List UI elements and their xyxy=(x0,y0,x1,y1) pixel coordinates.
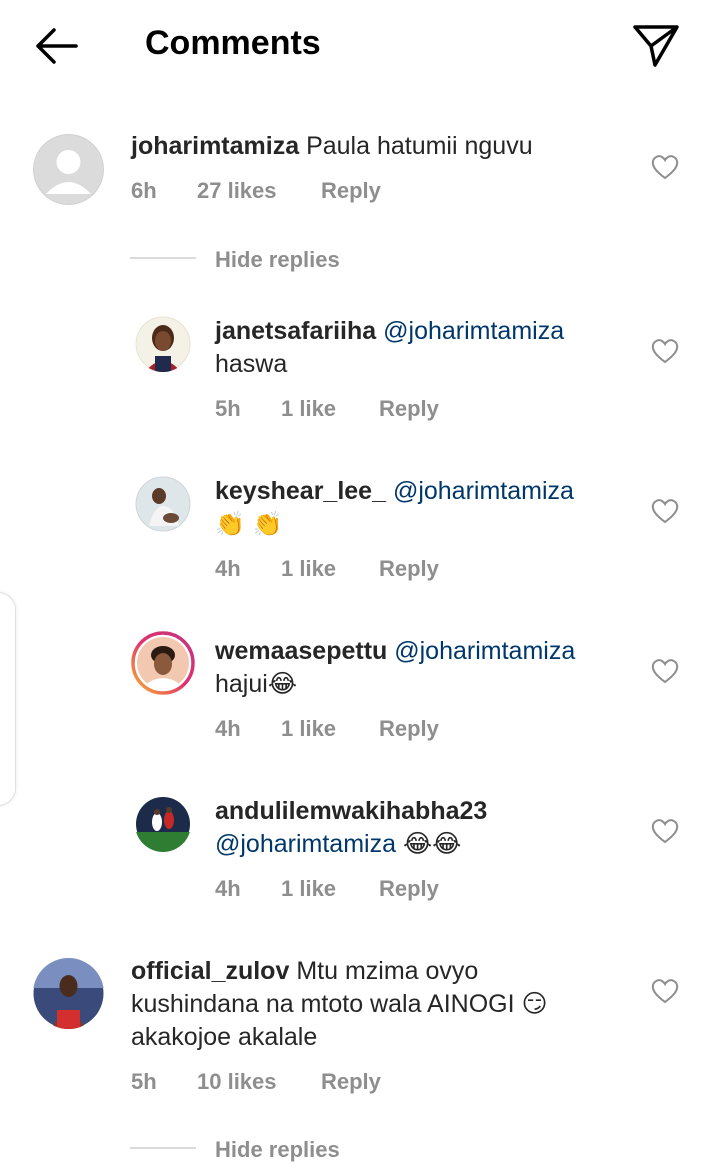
reply-time: 4h xyxy=(215,556,241,581)
paper-plane-icon xyxy=(633,25,679,67)
heart-icon xyxy=(651,819,679,844)
comment-username[interactable]: joharimtamiza xyxy=(131,132,299,160)
avatar[interactable] xyxy=(135,316,191,372)
reply-body: 😂😂 xyxy=(402,830,462,858)
avatar[interactable] xyxy=(131,631,195,695)
like-button[interactable] xyxy=(651,818,679,844)
reply-text: wemaasepettu @joharimtamiza hajui😂 xyxy=(215,635,635,701)
comment-body: Paula hatumii nguvu xyxy=(306,132,533,160)
reply-button[interactable]: Reply xyxy=(321,178,381,204)
like-button[interactable] xyxy=(651,978,679,1004)
reply-username[interactable]: wemaasepettu xyxy=(215,637,387,665)
reply-likes[interactable]: 1 like xyxy=(281,716,336,742)
like-button[interactable] xyxy=(651,338,679,364)
comment-text: joharimtamiza Paula hatumii nguvu xyxy=(131,130,631,163)
heart-icon xyxy=(651,339,679,364)
heart-icon xyxy=(651,979,679,1004)
divider-line xyxy=(130,1147,196,1149)
reply-text: janetsafariiha @joharimtamiza haswa xyxy=(215,315,635,381)
reply-button[interactable]: Reply xyxy=(321,1069,381,1095)
reply-body: 👏 👏 xyxy=(215,510,283,538)
reply-time: 4h xyxy=(215,876,241,901)
avatar[interactable] xyxy=(135,796,191,852)
comment-likes[interactable]: 27 likes xyxy=(197,178,277,204)
comment-text: official_zulov Mtu mzima ovyo kushindana… xyxy=(131,955,631,1054)
reply-username[interactable]: keyshear_lee_ xyxy=(215,477,386,505)
like-button[interactable] xyxy=(651,498,679,524)
comment-body-line1: Mtu mzima ovyo xyxy=(296,957,479,985)
mention-link[interactable]: @joharimtamiza xyxy=(215,830,396,858)
divider-line xyxy=(130,257,196,259)
like-button[interactable] xyxy=(651,658,679,684)
share-button[interactable] xyxy=(630,22,682,70)
avatar[interactable] xyxy=(135,476,191,532)
reply-button[interactable]: Reply xyxy=(379,716,439,742)
comment-body-line3: akakojoe akalale xyxy=(131,1023,318,1051)
heart-icon xyxy=(651,659,679,684)
reply-likes[interactable]: 1 like xyxy=(281,556,336,582)
mention-link[interactable]: @joharimtamiza xyxy=(393,477,574,505)
reply-body: hajui😂 xyxy=(215,670,298,698)
reply-username[interactable]: andulilemwakihabha23 xyxy=(215,797,487,825)
reply-time: 4h xyxy=(215,716,241,741)
mention-link[interactable]: @joharimtamiza xyxy=(394,637,575,665)
like-button[interactable] xyxy=(651,154,679,180)
avatar[interactable] xyxy=(33,134,104,205)
reply-username[interactable]: janetsafariiha xyxy=(215,317,376,345)
reply-button[interactable]: Reply xyxy=(379,556,439,582)
reply-button[interactable]: Reply xyxy=(379,396,439,422)
comment-time: 6h xyxy=(131,178,157,203)
header-bar: Comments xyxy=(0,0,720,95)
reply-likes[interactable]: 1 like xyxy=(281,396,336,422)
reply-likes[interactable]: 1 like xyxy=(281,876,336,902)
heart-icon xyxy=(651,155,679,180)
reply-meta: 4h 1 like Reply xyxy=(215,876,515,904)
hide-replies-button[interactable]: Hide replies xyxy=(215,1137,340,1163)
comment-meta: 5h 10 likes Reply xyxy=(131,1069,431,1097)
reply-button[interactable]: Reply xyxy=(379,876,439,902)
reply-body: haswa xyxy=(215,350,288,378)
comment-likes[interactable]: 10 likes xyxy=(197,1069,277,1095)
reply-meta: 4h 1 like Reply xyxy=(215,556,515,584)
page-title: Comments xyxy=(145,24,321,62)
reply-meta: 5h 1 like Reply xyxy=(215,396,515,424)
mention-link[interactable]: @joharimtamiza xyxy=(383,317,564,345)
comment-time: 5h xyxy=(131,1069,157,1094)
comment-body-line2: kushindana na mtoto wala AINOGI 😏 xyxy=(131,990,548,1018)
back-button[interactable] xyxy=(30,24,82,68)
reply-text: keyshear_lee_ @joharimtamiza 👏 👏 xyxy=(215,475,635,541)
comment-username[interactable]: official_zulov xyxy=(131,957,289,985)
hide-replies-button[interactable]: Hide replies xyxy=(215,247,340,273)
reply-meta: 4h 1 like Reply xyxy=(215,716,515,744)
arrow-left-icon xyxy=(36,28,78,64)
reply-text: andulilemwakihabha23 @joharimtamiza 😂😂 xyxy=(215,795,635,861)
comment-meta: 6h 27 likes Reply xyxy=(131,178,431,206)
reply-time: 5h xyxy=(215,396,241,421)
side-edge-panel[interactable] xyxy=(0,592,16,806)
avatar[interactable] xyxy=(33,958,104,1029)
heart-icon xyxy=(651,499,679,524)
